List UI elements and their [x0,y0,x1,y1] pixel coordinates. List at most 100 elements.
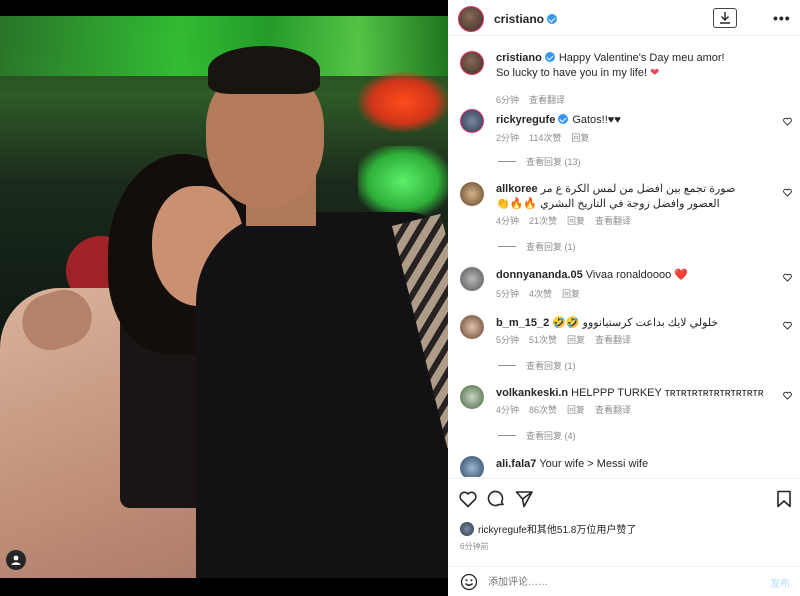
comment-username[interactable]: ali.fala7 [496,458,536,470]
caption-line-1: Happy Valentine's Day meu amor! [558,52,725,64]
likes-summary-text[interactable]: rickyregufe和其他51.8万位用户赞了 [478,521,636,536]
view-replies[interactable]: 查看回复 (4) [498,429,576,442]
comment-translate-link[interactable]: 查看翻译 [595,405,631,415]
view-replies[interactable]: 查看回复 (13) [498,155,581,168]
comment-meta: 2分钟 114次赞 回复 [496,131,599,144]
comment-likes[interactable]: 86次赞 [529,405,557,415]
background-green-light [358,146,448,216]
instagram-post-viewer: cristiano ••• cristiano Happy Valentine's… [0,0,800,596]
caption-text: cristiano Happy Valentine's Day meu amor!… [496,51,770,81]
verified-badge-icon [558,114,569,124]
comment-avatar[interactable] [460,456,484,477]
comment-input[interactable] [488,573,758,591]
caption-username[interactable]: cristiano [496,52,542,64]
comment-text: allkoree صورة تجمع بين افضل من لمس الكرة … [496,182,770,212]
comment-likes[interactable]: 51次赞 [529,335,557,345]
comment-avatar[interactable] [460,385,484,409]
caption-translate-link[interactable]: 查看翻译 [529,95,565,105]
comments-panel: cristiano ••• cristiano Happy Valentine's… [448,0,800,596]
heart-icon[interactable] [458,489,478,509]
comment-translate-link[interactable]: 查看翻译 [595,216,631,226]
comment-username[interactable]: volkankeski.n [496,387,568,399]
comment-text: rickyregufe Gatos!!♥♥ [496,113,770,128]
replies-divider [498,246,516,247]
comment-text: volkankeski.n HELPPP TURKEY ᴛʀᴛʀᴛʀᴛʀᴛʀᴛʀᴛ… [496,386,770,401]
bookmark-icon[interactable] [774,489,794,509]
comment-time: 4分钟 [496,216,520,226]
tagged-user-icon[interactable] [6,550,26,570]
emoji-icon[interactable] [460,573,478,591]
comments-list[interactable]: cristiano Happy Valentine's Day meu amor!… [448,37,800,477]
comment-likes[interactable]: 4次赞 [529,289,552,299]
comment-body: HELPPP TURKEY ᴛʀᴛʀᴛʀᴛʀᴛʀᴛʀᴛʀᴛʀᴛʀ [571,387,764,399]
download-icon [720,12,730,24]
comment-time: 4分钟 [496,405,520,415]
comment-meta: 4分钟 86次赞 回复 查看翻译 [496,403,641,416]
comment-like-heart-icon[interactable] [783,391,792,400]
comment-like-heart-icon[interactable] [783,188,792,197]
comment-avatar[interactable] [460,182,484,206]
comment-reply-link[interactable]: 回复 [567,216,585,226]
comment-likes[interactable]: 114次赞 [529,133,561,143]
verified-badge-icon [547,14,558,24]
liker-avatar [460,521,474,536]
comment-like-heart-icon[interactable] [783,321,792,330]
comment-reply-link[interactable]: 回复 [562,289,580,299]
comment-time: 5分钟 [496,289,520,299]
red-heart-icon: ❤ [650,67,660,79]
comment-time: 5分钟 [496,335,520,345]
view-replies-label[interactable]: 查看回复 (4) [526,429,576,442]
comment-username[interactable]: rickyregufe [496,114,555,126]
comment-body: Your wife > Messi wife [539,458,649,470]
comment-body: Vivaa ronaldoooo ❤️ [585,269,688,281]
owner-username-text[interactable]: cristiano [494,12,544,26]
view-replies[interactable]: 查看回复 (1) [498,359,576,372]
post-comment-button[interactable]: 发布 [770,575,790,590]
comment-meta: 5分钟 4次赞 回复 [496,287,590,300]
comment-reply-link[interactable]: 回复 [567,335,585,345]
comment-body: خلولي لايك بداعت كرستيانووو 🤣🤣 [552,317,719,329]
share-icon[interactable] [514,489,534,509]
comment-text: donnyananda.05 Vivaa ronaldoooo ❤️ [496,268,770,283]
comment-like-heart-icon[interactable] [783,117,792,126]
comment-body: Gatos!!♥♥ [572,114,621,126]
comment-translate-link[interactable]: 查看翻译 [595,335,631,345]
comment-icon[interactable] [486,489,506,509]
comment-avatar[interactable] [460,109,484,133]
caption-avatar[interactable] [460,51,484,75]
caption-meta: 6分钟 查看翻译 [496,93,575,106]
replies-divider [498,365,516,366]
comment-text: ali.fala7 Your wife > Messi wife [496,457,770,472]
view-replies-label[interactable]: 查看回复 (1) [526,359,576,372]
owner-avatar[interactable] [458,6,484,32]
post-photo[interactable] [0,16,448,578]
likes-summary[interactable]: rickyregufe和其他51.8万位用户赞了 [460,521,636,536]
comment-avatar[interactable] [460,267,484,291]
comment-likes[interactable]: 21次赞 [529,216,557,226]
media-panel [0,0,448,596]
owner-username[interactable]: cristiano [494,12,558,26]
post-header: cristiano ••• [448,0,800,36]
more-options-button[interactable]: ••• [773,10,791,26]
comment-reply-link[interactable]: 回复 [567,405,585,415]
comment-time: 2分钟 [496,133,520,143]
background-red-light [358,72,448,132]
download-button[interactable] [713,8,737,28]
post-timestamp: 6分钟前 [460,542,489,551]
replies-divider [498,435,516,436]
caption-line-2: So lucky to have you in my life! [496,67,648,79]
comment-username[interactable]: donnyananda.05 [496,269,583,281]
view-replies-label[interactable]: 查看回复 (13) [526,155,581,168]
comment-reply-link[interactable]: 回复 [571,133,589,143]
comment-username[interactable]: allkoree [496,183,538,195]
comment-meta: 4分钟 21次赞 回复 查看翻译 [496,214,641,227]
comment-like-heart-icon[interactable] [783,273,792,282]
comment-avatar[interactable] [460,315,484,339]
comment-meta: 5分钟 51次赞 回复 查看翻译 [496,333,641,346]
caption-time: 6分钟 [496,95,520,105]
comment-username[interactable]: b_m_15_2 [496,317,549,329]
view-replies[interactable]: 查看回复 (1) [498,240,576,253]
man-hair [208,46,320,94]
add-comment-bar: 发布 [448,566,800,596]
view-replies-label[interactable]: 查看回复 (1) [526,240,576,253]
